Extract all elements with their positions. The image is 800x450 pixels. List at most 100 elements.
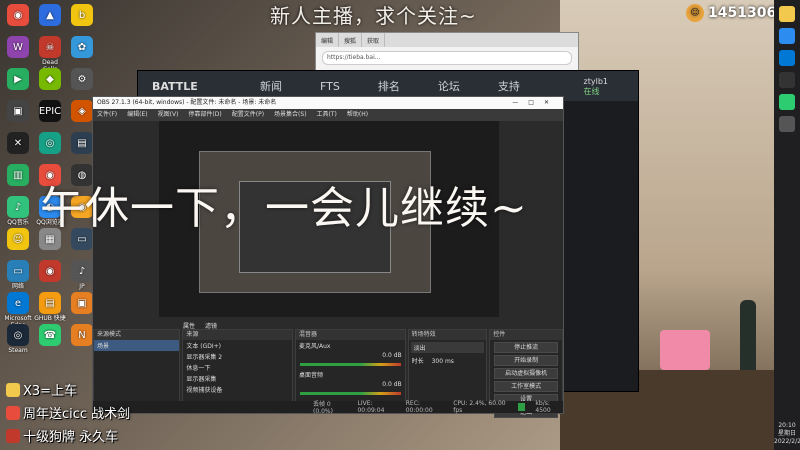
virtual-camera-button[interactable]: 启动虚拟摄像机 <box>494 368 559 379</box>
mixer-channel-name: 麦克风/Aux <box>299 343 331 350</box>
username: ztylb1 <box>583 77 608 86</box>
menu-item[interactable]: 帮助(H) <box>347 109 368 121</box>
app-icon: ☠ <box>39 36 61 58</box>
desktop-icon[interactable]: ▤ GHUB 快捷 <box>34 292 66 322</box>
danmaku-line: 十级狗牌 永久车 <box>6 426 118 445</box>
menu-item[interactable]: 视图(V) <box>158 109 179 121</box>
stop-stream-button[interactable]: 停止推流 <box>494 342 559 353</box>
obs-menubar: 文件(F) 编辑(E) 视图(V) 停靠部件(D) 配置文件(P) 场景集合(S… <box>93 109 563 121</box>
menu-item[interactable]: 停靠部件(D) <box>188 109 221 121</box>
source-item[interactable]: 休息一下 <box>183 362 292 373</box>
desktop-icon[interactable]: ▥ <box>2 164 34 187</box>
folder-icon[interactable] <box>779 28 795 44</box>
taskbar: 20:10 星期日 2022/2/27 <box>774 0 800 450</box>
rec-timer: REC: 00:00:00 <box>405 400 433 414</box>
app-icon: N <box>71 324 93 346</box>
qq-icon[interactable] <box>779 6 795 22</box>
desktop-icon[interactable]: ✿ <box>66 36 98 59</box>
app-icon: ▶ <box>7 68 29 90</box>
transition-select[interactable]: 淡出 <box>410 342 485 353</box>
desktop-icon[interactable]: b <box>66 4 98 27</box>
dock-header: 来源 <box>183 330 292 340</box>
desktop-icon[interactable]: ◉ <box>34 260 66 283</box>
danmaku-line: 周年送cicc 战术剑 <box>6 403 130 422</box>
address-bar[interactable]: https://tieba.bai... <box>322 51 572 65</box>
app-icon: ▤ <box>71 132 93 154</box>
volume-meter[interactable] <box>300 363 401 366</box>
dock-header: 混音器 <box>296 330 405 340</box>
edge-icon[interactable] <box>779 50 795 66</box>
taskbar-clock[interactable]: 20:10 星期日 2022/2/27 <box>774 422 800 446</box>
mixer-dock: 混音器 麦克风/Aux 0.0 dB 桌面音频 0.0 dB <box>295 329 406 411</box>
dock-header: 来源模式 <box>94 330 180 340</box>
app-icon: ◉ <box>39 260 61 282</box>
desktop-icon[interactable]: ◉ <box>2 4 34 27</box>
tray-icon[interactable] <box>779 116 795 132</box>
danmaku-text: 十级狗牌 永久车 <box>23 430 119 445</box>
desktop-icon[interactable]: ◎ <box>34 132 66 155</box>
browser-tab[interactable]: 编辑 <box>316 33 340 47</box>
desktop-icon[interactable]: ☺ <box>2 228 34 251</box>
desktop-icon[interactable]: ⚙ <box>66 68 98 91</box>
app-icon: e <box>7 292 29 314</box>
source-item[interactable]: 视频捕获设备 <box>183 384 292 395</box>
desktop-icon[interactable]: ☎ <box>34 324 66 347</box>
start-recording-button[interactable]: 开始录制 <box>494 355 559 366</box>
nav-item[interactable]: 支持 <box>498 78 520 94</box>
studio-mode-button[interactable]: 工作室模式 <box>494 381 559 392</box>
app-icon: ▣ <box>71 292 93 314</box>
obs-window[interactable]: OBS 27.1.3 (64-bit, windows) - 配置文件: 未命名… <box>92 96 564 418</box>
menu-item[interactable]: 配置文件(P) <box>232 109 264 121</box>
volume-meter[interactable] <box>300 392 401 395</box>
overlay-follow-text: 新人主播，求个关注~ <box>270 4 477 28</box>
desktop-icon[interactable]: ◎ Steam <box>2 324 34 354</box>
game-logo: BATTLE <box>152 79 198 93</box>
menu-item[interactable]: 文件(F) <box>97 109 117 121</box>
desktop-icon[interactable]: ▭ 网络 <box>2 260 34 290</box>
danmaku-line: X3=上车 <box>6 380 77 399</box>
app-icon: ♪ <box>71 260 93 282</box>
app-icon: W <box>7 36 29 58</box>
nav-item[interactable]: FTS <box>320 80 340 93</box>
browser-tab[interactable]: 搜狐 <box>339 33 363 47</box>
mixer-channel-db: 0.0 dB <box>382 352 402 359</box>
desktop-icon[interactable]: ▲ <box>34 4 66 27</box>
desktop-icon[interactable]: EPIC <box>34 100 66 123</box>
menu-item[interactable]: 场景集合(S) <box>274 109 307 121</box>
menu-item[interactable]: 编辑(E) <box>127 109 147 121</box>
app-icon: ◆ <box>39 68 61 90</box>
desktop-icon[interactable]: W <box>2 36 34 59</box>
desktop-icon[interactable]: ♪ QQ音乐 <box>2 196 34 226</box>
desktop-icon[interactable]: ▶ <box>2 68 34 91</box>
window-title: OBS 27.1.3 (64-bit, windows) - 配置文件: 未命名… <box>97 99 277 106</box>
obs-icon[interactable] <box>779 72 795 88</box>
friends-panel <box>564 101 638 391</box>
desktop-icon-label: Steam <box>8 347 28 354</box>
nav-item[interactable]: 新闻 <box>260 78 282 94</box>
wechat-icon[interactable] <box>779 94 795 110</box>
nav-item[interactable]: 排名 <box>378 78 400 94</box>
app-icon: ✕ <box>7 132 29 154</box>
nav-item[interactable]: 论坛 <box>438 78 460 94</box>
stream-health-icon <box>518 403 526 411</box>
app-icon: b <box>71 4 93 26</box>
scene-item[interactable]: 场景 <box>94 340 180 351</box>
app-icon: ☎ <box>39 324 61 346</box>
user-info[interactable]: ztylb1 在线 <box>584 77 608 97</box>
window-controls[interactable]: —□✕ <box>512 97 559 109</box>
source-item[interactable]: 文本 (GDI+) <box>183 340 292 351</box>
desktop-icon[interactable]: ✕ <box>2 132 34 155</box>
source-item[interactable]: 显示器采集 <box>183 373 292 384</box>
duration-label: 时长 <box>411 358 424 365</box>
menu-item[interactable]: 工具(T) <box>317 109 337 121</box>
clock-time: 20:10 <box>778 422 796 429</box>
desktop-icon-label: 网络 <box>11 283 24 290</box>
transition-duration[interactable]: 时长 300 ms <box>409 355 487 366</box>
desktop-icon[interactable]: ◆ <box>34 68 66 91</box>
browser-window[interactable]: 编辑 搜狐 获取 https://tieba.bai... <box>315 32 579 74</box>
browser-tab[interactable]: 获取 <box>362 33 386 47</box>
source-item[interactable]: 显示器采集 2 <box>183 351 292 362</box>
mixer-channel-db: 0.0 dB <box>382 381 402 388</box>
app-icon: ◉ <box>7 4 29 26</box>
desktop-icon[interactable]: ▣ <box>2 100 34 123</box>
